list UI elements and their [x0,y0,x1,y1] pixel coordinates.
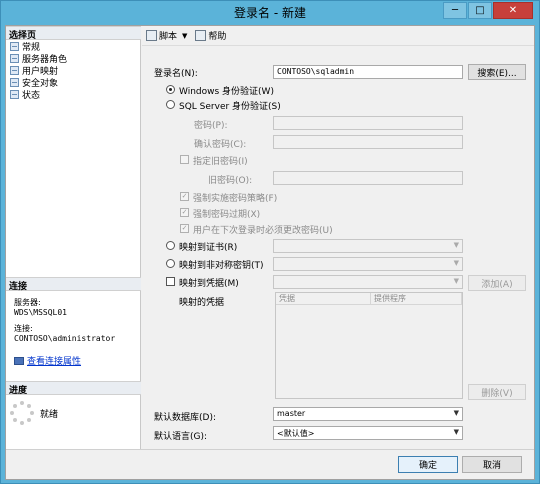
map-asymmetric-key-label: 映射到非对称密钥(T) [179,261,264,271]
enforce-expiration-checkbox[interactable]: ✓ [180,208,189,217]
certificate-combo[interactable]: ▼ [273,239,463,253]
grid-column-credential[interactable]: 凭据 [276,293,371,304]
minimize-button[interactable]: ─ [443,2,467,19]
view-connection-properties-link[interactable]: 查看连接属性 [14,354,81,367]
enforce-policy-checkbox[interactable]: ✓ [180,192,189,201]
login-name-input[interactable]: CONTOSO\sqladmin [273,65,463,79]
specify-old-password-checkbox[interactable] [180,155,189,164]
script-label: 脚本 [159,32,178,42]
asymmetric-key-combo[interactable]: ▼ [273,257,463,271]
connection-info: 服务器: WDS\MSSQL01 连接: CONTOSO\administrat… [14,298,115,344]
confirm-password-field[interactable] [273,135,463,149]
grid-header: 凭据 提供程序 [276,293,462,305]
page-icon [10,89,19,99]
default-lang-combo[interactable]: <默认值> ▼ [273,426,463,440]
maximize-button[interactable]: □ [468,2,492,19]
grid-column-provider[interactable]: 提供程序 [371,293,462,304]
remove-credential-button[interactable]: 删除(V) [468,384,526,400]
password-field[interactable] [273,116,463,130]
connection-value: CONTOSO\administrator [14,334,116,343]
connection-properties-icon [14,356,24,365]
pages-list: 常规 服务器角色 用户映射 安全对象 状态 [8,40,67,101]
progress-spinner-icon [10,401,34,425]
page-icon [10,41,19,51]
chevron-down-icon: ▼ [453,428,459,436]
specify-old-password-label: 指定旧密码(I) [193,157,248,167]
map-certificate-radio[interactable] [166,241,175,250]
default-db-combo[interactable]: master ▼ [273,407,463,421]
dialog-footer: 确定 取消 [6,449,534,479]
default-lang-value: <默认值> [277,429,315,438]
login-name-label: 登录名(N): [154,69,198,79]
chevron-down-icon: ▼ [453,277,459,285]
chevron-down-icon[interactable]: ▼ [182,32,187,40]
page-item-securables[interactable]: 安全对象 [8,76,67,89]
server-label: 服务器: [14,298,41,307]
page-icon [10,77,19,87]
default-db-value: master [277,409,306,418]
enforce-expiration-label: 强制密码过期(X) [193,210,261,220]
credential-combo[interactable]: ▼ [273,275,463,289]
view-connection-properties-label: 查看连接属性 [27,357,82,367]
progress-header: 进度 [6,381,141,396]
pages-header: 选择页 [6,26,141,41]
sql-auth-label: SQL Server 身份验证(S) [179,102,281,112]
map-asymmetric-key-radio[interactable] [166,259,175,268]
enforce-policy-label: 强制实施密码策略(F) [193,194,278,204]
mapped-credentials-grid[interactable]: 凭据 提供程序 [275,292,463,399]
page-icon [10,53,19,63]
password-label: 密码(P): [194,121,228,131]
search-button[interactable]: 搜索(E)... [468,64,526,80]
login-new-window: 登录名 - 新建 ─ □ ✕ 选择页 常规 服务器角色 用户映射 安全对象 状态… [0,0,540,484]
page-item-general[interactable]: 常规 [8,40,67,53]
dialog-client: 选择页 常规 服务器角色 用户映射 安全对象 状态 连接 服务器: WDS\MS… [5,25,535,480]
old-password-label: 旧密码(O): [208,176,253,186]
chevron-down-icon: ▼ [453,259,459,267]
windows-auth-label: Windows 身份验证(W) [179,87,274,97]
must-change-label: 用户在下次登录时必须更改密码(U) [193,226,333,236]
connection-label: 连接: [14,324,33,333]
help-icon [195,30,207,41]
add-credential-button[interactable]: 添加(A) [468,275,526,291]
chevron-down-icon: ▼ [453,241,459,249]
old-password-field[interactable] [273,171,463,185]
script-icon [146,30,157,41]
progress-area: 就绪 [10,401,58,425]
sql-auth-radio[interactable] [166,100,175,109]
confirm-password-label: 确认密码(C): [194,140,247,150]
windows-auth-radio[interactable] [166,85,175,94]
default-lang-label: 默认语言(G): [154,432,208,442]
default-db-label: 默认数据库(D): [154,413,216,423]
map-certificate-label: 映射到证书(R) [179,243,238,253]
close-button[interactable]: ✕ [493,2,533,19]
cancel-button[interactable]: 取消 [462,456,522,473]
page-item-user-mapping[interactable]: 用户映射 [8,64,67,77]
page-item-server-roles[interactable]: 服务器角色 [8,52,67,65]
ok-button[interactable]: 确定 [398,456,458,473]
chevron-down-icon: ▼ [453,409,459,417]
help-button[interactable]: 帮助 [195,29,226,42]
map-credential-label: 映射到凭据(M) [179,279,239,289]
progress-status: 就绪 [40,409,59,420]
script-button[interactable]: 脚本 ▼ [146,29,187,42]
toolbar: 脚本 ▼ 帮助 [142,26,534,46]
server-value: WDS\MSSQL01 [14,308,67,317]
page-item-label: 状态 [22,90,41,101]
page-icon [10,65,19,75]
title-bar[interactable]: 登录名 - 新建 ─ □ ✕ [1,1,539,25]
left-pane: 选择页 常规 服务器角色 用户映射 安全对象 状态 连接 服务器: WDS\MS… [6,26,141,449]
must-change-checkbox[interactable]: ✓ [180,224,189,233]
map-credential-checkbox[interactable] [166,277,175,286]
mapped-credentials-label: 映射的凭据 [179,298,225,308]
page-item-status[interactable]: 状态 [8,88,67,101]
help-label: 帮助 [208,32,227,42]
connection-header: 连接 [6,277,141,292]
